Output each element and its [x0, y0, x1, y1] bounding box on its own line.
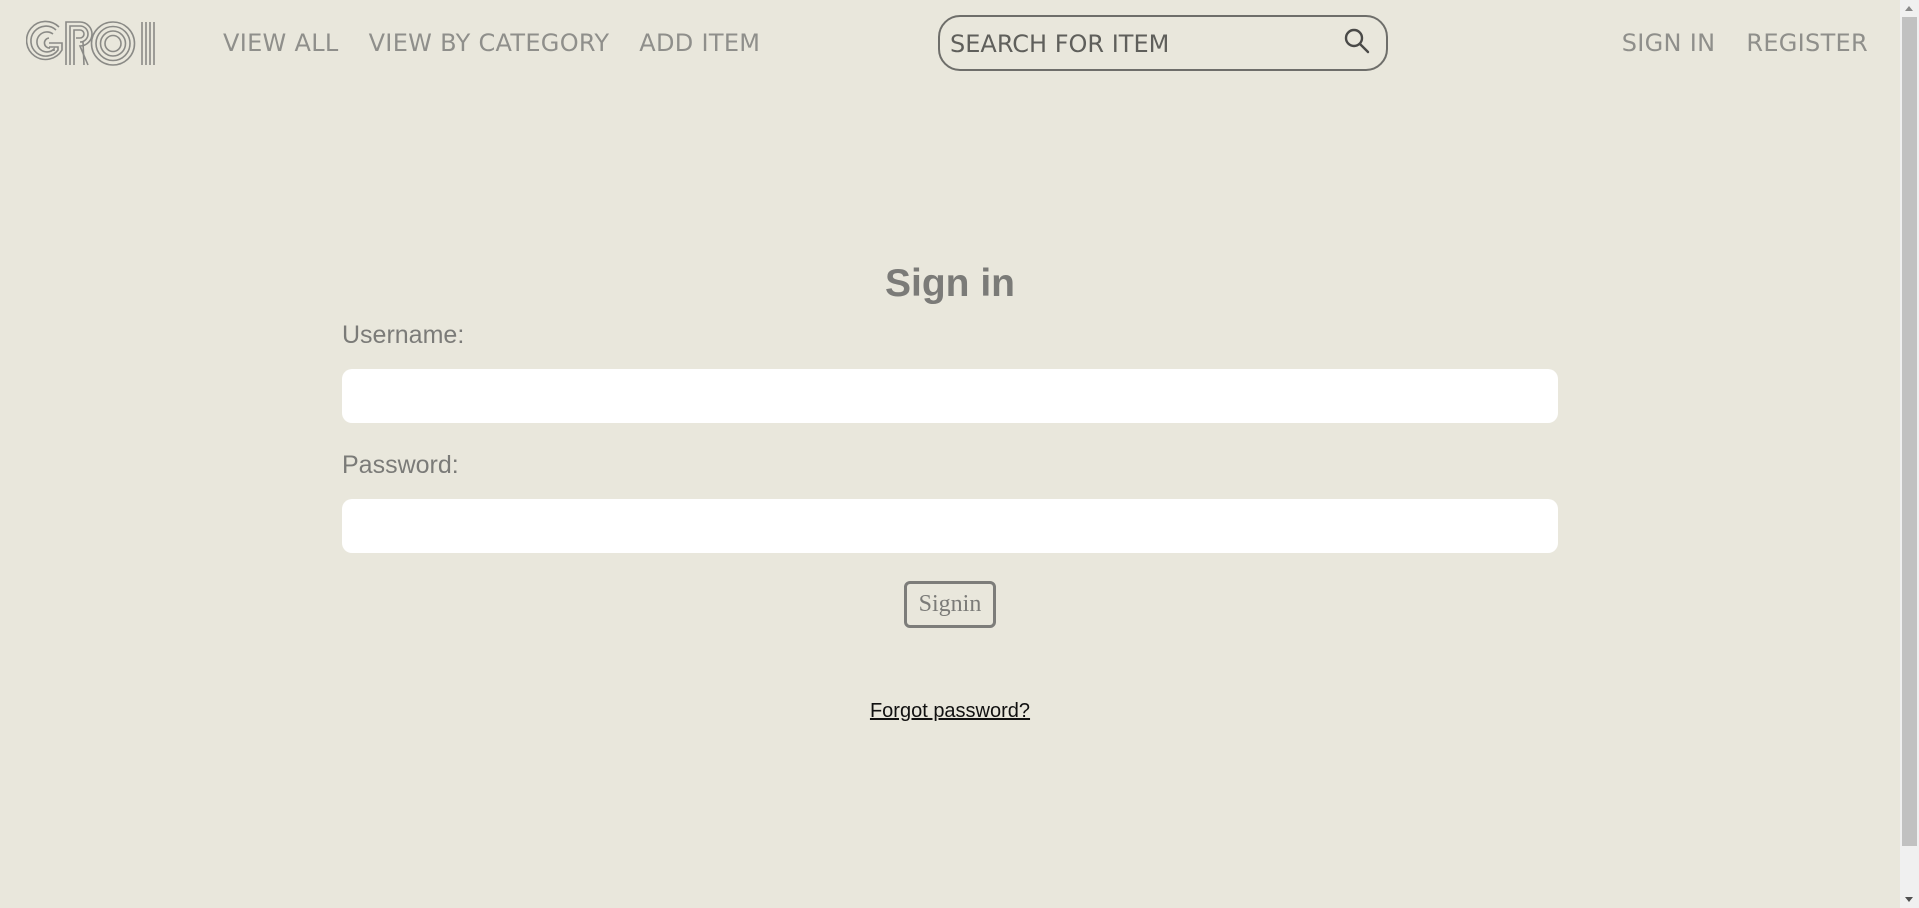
scrollbar-thumb[interactable] [1902, 17, 1917, 846]
forgot-password-link[interactable]: Forgot password? [870, 700, 1030, 722]
nav-add-item[interactable]: ADD ITEM [639, 28, 760, 58]
password-field[interactable] [342, 499, 1558, 553]
signin-form: Sign in Username: Password: Signin Forgo… [342, 255, 1558, 723]
signin-button[interactable]: Signin [903, 581, 997, 628]
page: VIEW ALL VIEW BY CATEGORY ADD ITEM SIGN … [0, 0, 1919, 908]
site-header: VIEW ALL VIEW BY CATEGORY ADD ITEM SIGN … [0, 0, 1900, 88]
header-sign-in-link[interactable]: SIGN IN [1622, 28, 1716, 58]
main-nav: VIEW ALL VIEW BY CATEGORY ADD ITEM [223, 28, 760, 58]
nav-view-by-category[interactable]: VIEW BY CATEGORY [369, 28, 610, 58]
scroll-up-arrow-icon[interactable] [1900, 0, 1919, 17]
password-label: Password: [342, 451, 459, 479]
username-field[interactable] [342, 369, 1558, 423]
page-title: Sign in [885, 262, 1015, 305]
username-label: Username: [342, 321, 465, 349]
search-box [938, 15, 1388, 71]
submit-row: Signin [342, 581, 1558, 628]
groi-logo[interactable] [26, 20, 169, 66]
scroll-down-arrow-icon[interactable] [1900, 891, 1919, 908]
vertical-scrollbar[interactable] [1900, 0, 1919, 908]
nav-view-all[interactable]: VIEW ALL [223, 28, 339, 58]
search-input[interactable] [950, 25, 1330, 63]
search-icon[interactable] [1342, 27, 1372, 57]
forgot-row: Forgot password? [342, 700, 1558, 723]
header-register-link[interactable]: REGISTER [1746, 28, 1868, 58]
auth-links: SIGN IN REGISTER [1622, 28, 1868, 58]
